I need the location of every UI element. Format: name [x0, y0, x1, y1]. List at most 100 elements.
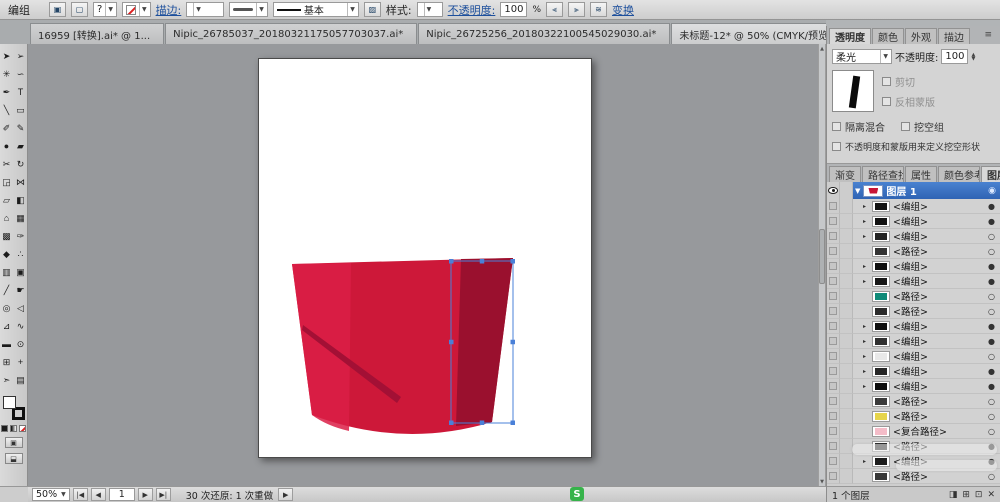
visibility-toggle[interactable]: [827, 349, 840, 364]
stroke-weight-dropdown[interactable]: ▼: [186, 2, 225, 17]
layer-row[interactable]: <路径> ○: [827, 289, 1000, 304]
target-icon[interactable]: ○: [988, 292, 995, 301]
knockout-group-checkbox[interactable]: 挖空组: [901, 119, 944, 134]
last-page-button[interactable]: ▶|: [155, 488, 171, 501]
lock-toggle[interactable]: [840, 424, 853, 439]
symbol-sprayer-tool[interactable]: ∴: [14, 245, 27, 263]
target-icon[interactable]: ●: [988, 277, 995, 286]
panel-tab[interactable]: 颜色: [872, 28, 904, 44]
layer-row[interactable]: ▸ <编组> ●: [827, 259, 1000, 274]
stroke-color-dropdown[interactable]: ▼: [121, 2, 151, 17]
eyedropper-tool[interactable]: ✑: [14, 227, 27, 245]
target-icon[interactable]: ○: [988, 232, 995, 241]
expand-icon[interactable]: ▸: [860, 383, 869, 390]
lock-toggle[interactable]: [840, 409, 853, 424]
expand-icon[interactable]: ▸: [860, 458, 869, 465]
lock-toggle[interactable]: [840, 319, 853, 334]
blob-brush-tool[interactable]: ●: [0, 137, 13, 155]
isolate-blending-checkbox[interactable]: 隔离混合: [832, 119, 885, 134]
layer-row[interactable]: ▸ <编组> ●: [827, 454, 1000, 469]
shear-tool[interactable]: ⊿: [0, 317, 13, 335]
lock-toggle[interactable]: [840, 229, 853, 244]
invert-mask-checkbox[interactable]: 反相蒙版: [882, 94, 935, 109]
canvas-area[interactable]: [28, 44, 818, 486]
target-icon[interactable]: ◉: [988, 186, 996, 196]
visibility-toggle[interactable]: [827, 304, 840, 319]
expand-icon[interactable]: ▸: [860, 278, 869, 285]
panel-tab[interactable]: 属性: [905, 166, 937, 182]
blend-mode-dropdown[interactable]: 柔光 ▼: [832, 49, 892, 64]
lasso-tool[interactable]: ∽: [14, 65, 27, 83]
visibility-toggle[interactable]: [827, 319, 840, 334]
lock-toggle[interactable]: [840, 199, 853, 214]
lock-toggle[interactable]: [840, 214, 853, 229]
visibility-toggle[interactable]: [827, 409, 840, 424]
target-icon[interactable]: ●: [988, 367, 995, 376]
drawing-mode-button[interactable]: ▣: [4, 437, 23, 448]
reflect-tool[interactable]: ◁: [14, 299, 27, 317]
edit-clip-path-icon[interactable]: ▢: [71, 2, 88, 17]
target-icon[interactable]: ●: [988, 337, 995, 346]
expand-icon[interactable]: ▸: [860, 353, 869, 360]
document-tab[interactable]: 16959 [转换].ai* @ 1...: [30, 23, 165, 44]
free-transform-tool[interactable]: ▱: [0, 191, 13, 209]
visibility-toggle[interactable]: [827, 289, 840, 304]
align-horizontal-icon[interactable]: ⫷: [546, 2, 563, 17]
expand-icon[interactable]: ▸: [860, 323, 869, 330]
lock-toggle[interactable]: [840, 349, 853, 364]
panel-tab[interactable]: 图层: [981, 166, 1000, 182]
visibility-toggle[interactable]: [827, 364, 840, 379]
expand-icon[interactable]: ▸: [860, 368, 869, 375]
column-graph-tool[interactable]: ▥: [0, 263, 13, 281]
live-paint-selection-tool[interactable]: ⊞: [0, 353, 13, 371]
fill-color-dropdown[interactable]: ? ▼: [93, 2, 117, 17]
visibility-toggle[interactable]: [827, 199, 840, 214]
layer-row[interactable]: ▸ <编组> ●: [827, 274, 1000, 289]
target-icon[interactable]: ○: [988, 397, 995, 406]
edit-contents-icon[interactable]: ▣: [49, 2, 66, 17]
lock-toggle[interactable]: [840, 364, 853, 379]
opacity-link[interactable]: 不透明度:: [448, 2, 496, 18]
path-eraser-tool[interactable]: ▬: [0, 335, 13, 353]
brush-definition-dropdown[interactable]: 基本 ▼: [272, 2, 359, 17]
visibility-toggle[interactable]: [827, 439, 840, 454]
expand-icon[interactable]: ▸: [860, 263, 869, 270]
visibility-toggle[interactable]: [827, 182, 840, 199]
expand-icon[interactable]: ▸: [860, 233, 869, 240]
lock-toggle[interactable]: [840, 394, 853, 409]
lock-toggle[interactable]: [840, 439, 853, 454]
selection-handle[interactable]: [510, 420, 516, 426]
document-tab[interactable]: Nipic_26725256_20180322100545029030.ai*: [418, 23, 671, 44]
perspective-grid-tool[interactable]: ⌂: [0, 209, 13, 227]
align-vertical-icon[interactable]: ⫸: [568, 2, 585, 17]
selection-handle[interactable]: [510, 339, 516, 345]
next-page-button[interactable]: ▶: [137, 488, 153, 501]
variable-width-profile-dropdown[interactable]: ▼: [229, 2, 268, 17]
scissors-tool[interactable]: ✂: [0, 155, 13, 173]
panel-opacity-field[interactable]: 100: [941, 49, 969, 64]
canvas-vertical-scrollbar[interactable]: ▲ ▼: [818, 44, 826, 486]
visibility-toggle[interactable]: [827, 334, 840, 349]
print-tiling-tool[interactable]: ▤: [14, 371, 27, 389]
lock-toggle[interactable]: [840, 182, 853, 199]
scale-tool[interactable]: ◲: [0, 173, 13, 191]
selection-handle[interactable]: [510, 259, 516, 264]
layer-row[interactable]: ▸ <编组> ●: [827, 334, 1000, 349]
lock-toggle[interactable]: [840, 304, 853, 319]
visibility-toggle[interactable]: [827, 259, 840, 274]
fill-stroke-proxy[interactable]: [2, 396, 25, 420]
lock-toggle[interactable]: [840, 334, 853, 349]
layer-row[interactable]: <路径> ○: [827, 304, 1000, 319]
target-icon[interactable]: ●: [988, 322, 995, 331]
live-paint-bucket-tool[interactable]: ⊙: [14, 335, 27, 353]
type-tool[interactable]: T: [14, 83, 27, 101]
lock-toggle[interactable]: [840, 454, 853, 469]
layer-row[interactable]: ▸ <编组> ●: [827, 214, 1000, 229]
new-sublayer-icon[interactable]: ⊞: [962, 490, 970, 500]
layer-name[interactable]: 图层 1: [886, 183, 916, 198]
direct-selection-tool[interactable]: ➢: [14, 47, 27, 65]
opacity-mask-checkbox[interactable]: 不透明度和蒙版用来定义挖空形状: [832, 140, 995, 153]
paintbrush-tool[interactable]: ✐: [0, 119, 13, 137]
expand-icon[interactable]: ▸: [860, 218, 869, 225]
visibility-toggle[interactable]: [827, 469, 840, 484]
